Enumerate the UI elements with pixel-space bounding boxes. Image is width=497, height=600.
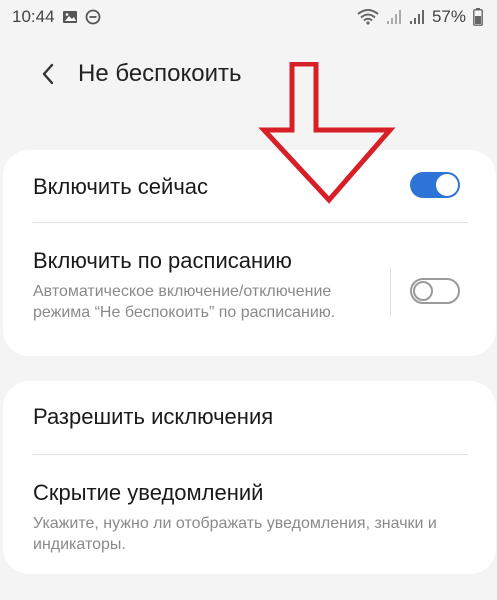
status-time: 10:44 [12, 7, 55, 26]
page-title: Не беспокоить [78, 60, 242, 87]
hide-notifications-row[interactable]: Скрытие уведомлений Укажите, нужно ли от… [33, 479, 496, 559]
battery-icon [473, 8, 483, 26]
divider [33, 222, 468, 223]
exceptions-row[interactable]: Разрешить исключения [33, 403, 496, 447]
back-button[interactable] [26, 52, 70, 96]
dnd-schedule-card: Включить сейчас Включить по расписанию А… [3, 150, 496, 356]
divider [33, 454, 468, 455]
app-bar: Не беспокоить [0, 44, 497, 104]
exceptions-label: Разрешить исключения [33, 404, 274, 429]
status-right: 57% [357, 7, 483, 27]
schedule-toggle[interactable] [410, 278, 460, 304]
back-chevron-icon [41, 63, 55, 85]
status-left: 10:44 [12, 7, 101, 27]
hide-notifications-label: Скрытие уведомлений [33, 480, 264, 505]
image-icon [62, 10, 78, 24]
vertical-divider [390, 267, 391, 317]
wifi-icon [357, 9, 379, 25]
status-bar: 10:44 57% [0, 0, 497, 34]
hide-notifications-description: Укажите, нужно ли отображать уведомления… [33, 515, 437, 553]
signal-2-icon [409, 9, 425, 25]
schedule-label: Включить по расписанию [33, 248, 292, 273]
toggle-knob [413, 281, 433, 301]
enable-now-toggle[interactable] [410, 172, 460, 198]
signal-1-icon [386, 9, 402, 25]
dnd-icon [85, 9, 101, 25]
toggle-knob [436, 174, 458, 196]
schedule-description: Автоматическое включение/отключение режи… [33, 283, 336, 321]
battery-percent: 57% [431, 7, 466, 26]
notifications-card: Разрешить исключения Скрытие уведомлений… [3, 381, 496, 574]
